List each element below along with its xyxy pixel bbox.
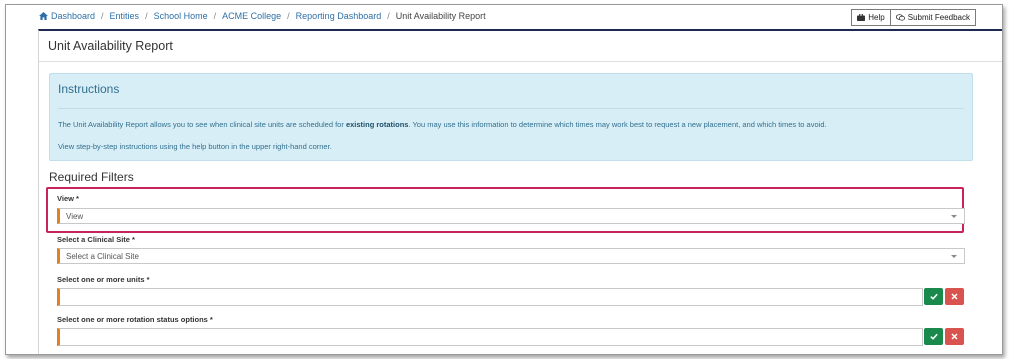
- breadcrumb-separator: /: [213, 11, 217, 21]
- breadcrumb-school-home[interactable]: School Home: [154, 11, 208, 21]
- help-button[interactable]: Help: [851, 9, 891, 26]
- breadcrumb-separator: /: [101, 11, 104, 21]
- rotation-status-clear-button[interactable]: [945, 328, 964, 345]
- rotation-status-label: Select one or more rotation status optio…: [57, 315, 213, 324]
- submit-feedback-label: Submit Feedback: [907, 13, 970, 22]
- help-label: Help: [868, 13, 885, 22]
- units-label: Select one or more units *: [57, 275, 150, 284]
- breadcrumb-separator: /: [387, 11, 390, 21]
- instructions-text: The Unit Availability Report allows you …: [58, 120, 346, 129]
- breadcrumb-separator: /: [287, 11, 290, 21]
- instructions-emphasis: existing rotations: [345, 120, 409, 129]
- top-actions: Help Submit Feedback: [851, 9, 976, 26]
- breadcrumb-separator: /: [145, 11, 148, 21]
- clinical-site-select-value: Select a Clinical Site: [66, 251, 139, 261]
- report-panel: Unit Availability Report Instructions Th…: [38, 29, 1002, 354]
- instructions-help-text: View step-by-step instructions using the…: [58, 142, 332, 151]
- comments-icon: [895, 14, 905, 21]
- clinical-site-label: Select a Clinical Site *: [57, 235, 135, 244]
- rotation-status-multiselect[interactable]: [57, 328, 923, 346]
- page-title: Unit Availability Report: [48, 39, 173, 53]
- home-icon: [39, 12, 48, 20]
- breadcrumb-entities[interactable]: Entities: [110, 11, 140, 21]
- breadcrumb-acme-college[interactable]: ACME College: [222, 11, 281, 21]
- view-select-value: View: [66, 211, 84, 221]
- required-filters-heading: Required Filters: [49, 170, 134, 184]
- divider: [58, 108, 964, 109]
- breadcrumb-dashboard[interactable]: Dashboard: [51, 11, 95, 21]
- units-select-all-button[interactable]: [924, 288, 943, 305]
- view-select[interactable]: View: [57, 208, 965, 224]
- rotation-status-select-all-button[interactable]: [924, 328, 943, 345]
- instructions-text: . You may use this information to determ…: [408, 120, 827, 129]
- view-label: View *: [57, 194, 79, 203]
- units-clear-button[interactable]: [945, 288, 964, 305]
- instructions-title: Instructions: [58, 82, 120, 96]
- x-icon: [951, 333, 958, 340]
- chevron-down-icon: [951, 255, 957, 258]
- top-bar: Dashboard / Entities / School Home / ACME Coll…: [6, 5, 1002, 29]
- breadcrumb: Dashboard / Entities / School Home / ACME Coll…: [39, 11, 486, 21]
- breadcrumb-reporting-dashboard[interactable]: Reporting Dashboard: [296, 11, 382, 21]
- units-multiselect[interactable]: [57, 288, 923, 306]
- chevron-down-icon: [951, 215, 957, 218]
- check-icon: [929, 333, 938, 340]
- x-icon: [951, 293, 958, 300]
- instructions-box: Instructions The Unit Availability Repor…: [49, 73, 973, 161]
- screenshot-frame: Dashboard / Entities / School Home / ACME Coll…: [5, 4, 1003, 355]
- clinical-site-select[interactable]: Select a Clinical Site: [57, 248, 965, 264]
- check-icon: [929, 293, 938, 300]
- submit-feedback-button[interactable]: Submit Feedback: [890, 9, 976, 26]
- divider: [39, 61, 1002, 62]
- briefcase-icon: [857, 14, 866, 21]
- instructions-paragraph: The Unit Availability Report allows you …: [58, 120, 827, 129]
- breadcrumb-current: Unit Availability Report: [395, 11, 486, 21]
